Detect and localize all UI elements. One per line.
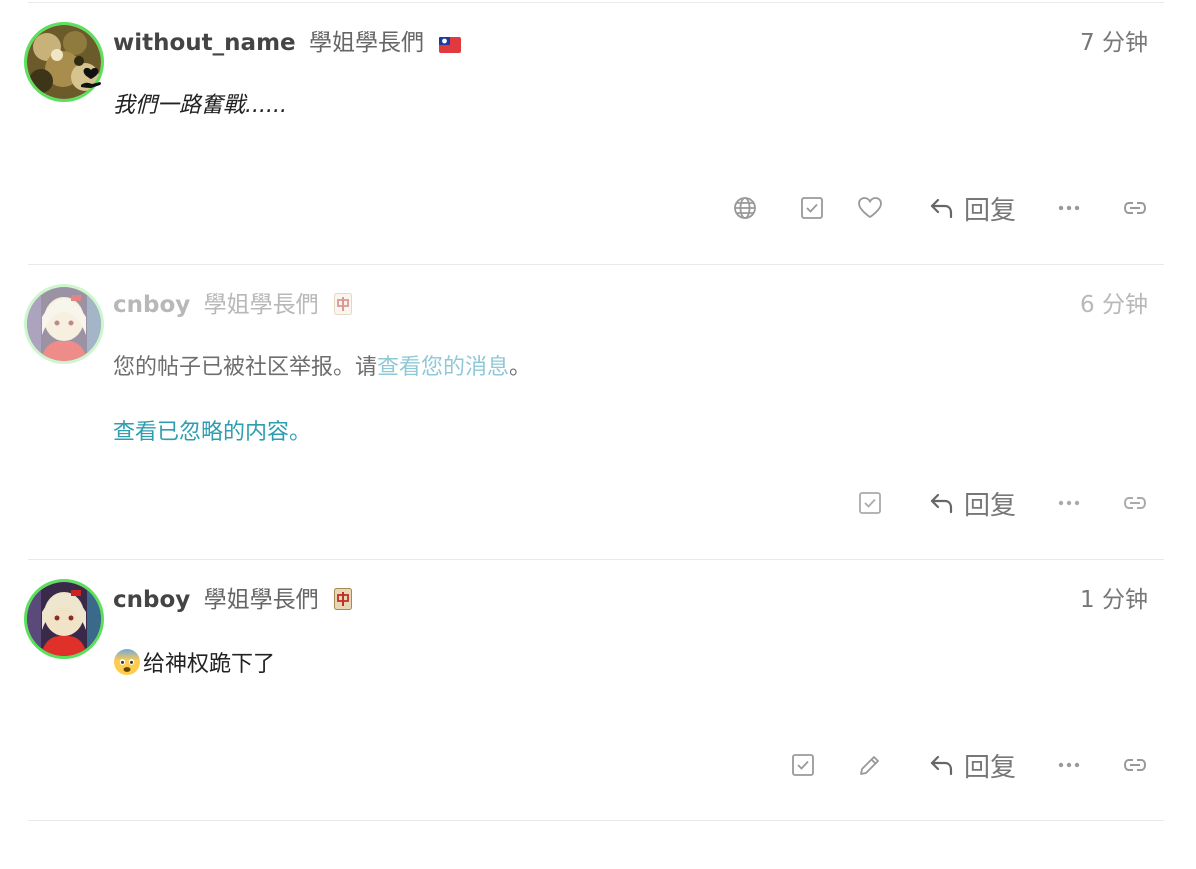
check-box-icon[interactable]	[857, 491, 883, 515]
post-actions: 回复	[732, 190, 1148, 226]
reply-label: 回复	[963, 490, 1016, 521]
post-meta: without_name 學姐學長們	[113, 28, 462, 61]
flag-notice-end: 。	[509, 355, 532, 380]
username[interactable]: without_name	[113, 30, 296, 56]
ignored-content: 查看已忽略的内容。	[113, 418, 311, 448]
reply-button[interactable]: 回复	[930, 747, 1016, 784]
view-messages-link[interactable]: 查看您的消息	[377, 355, 509, 380]
avatar-status-icon	[81, 67, 101, 88]
post-body: 给神权跪下了	[113, 648, 275, 685]
avatar[interactable]	[24, 579, 104, 659]
post-3: cnboy 學姐學長們 1 分钟 给神权跪下了 回复	[24, 560, 1164, 821]
view-ignored-link[interactable]: 查看已忽略的内容。	[113, 420, 311, 445]
username[interactable]: cnboy	[113, 587, 190, 613]
reply-icon	[930, 755, 953, 776]
avatar[interactable]	[24, 284, 104, 364]
pencil-icon[interactable]	[857, 753, 883, 777]
username[interactable]: cnboy	[113, 292, 190, 318]
more-icon[interactable]	[1056, 762, 1082, 768]
link-icon[interactable]	[1122, 496, 1148, 510]
reply-icon	[930, 493, 953, 514]
reply-label: 回复	[963, 195, 1016, 226]
link-icon[interactable]	[1122, 758, 1148, 772]
post-meta: cnboy 學姐學長們	[113, 290, 352, 320]
post-time[interactable]: 1 分钟	[1080, 585, 1148, 615]
link-icon[interactable]	[1122, 201, 1148, 215]
post-2: cnboy 學姐學長們 6 分钟 您的帖子已被社区举报。请查看您的消息。 查看已…	[24, 265, 1164, 560]
post-time[interactable]: 6 分钟	[1080, 290, 1148, 320]
post-text: 给神权跪下了	[143, 652, 276, 677]
more-icon[interactable]	[1056, 500, 1082, 506]
post-actions: 回复	[790, 747, 1148, 783]
user-title: 學姐學長們	[308, 30, 424, 56]
globe-icon[interactable]	[732, 196, 758, 220]
fearful-face-emoji	[113, 648, 141, 685]
flag-notice: 您的帖子已被社区举报。请查看您的消息。	[113, 353, 531, 383]
user-title: 學姐學長們	[203, 587, 319, 613]
post-time[interactable]: 7 分钟	[1080, 28, 1148, 58]
reply-label: 回复	[963, 752, 1016, 783]
reply-button[interactable]: 回复	[930, 485, 1016, 522]
mahjong-red-dragon-icon	[333, 588, 352, 618]
check-box-icon[interactable]	[790, 753, 816, 777]
flag-notice-text: 您的帖子已被社区举报。请	[113, 355, 378, 380]
post-actions: 回复	[857, 485, 1148, 521]
post-meta: cnboy 學姐學長們	[113, 585, 352, 615]
user-title: 學姐學長們	[203, 292, 319, 318]
check-box-icon[interactable]	[799, 196, 825, 220]
reply-icon	[930, 198, 953, 219]
reply-button[interactable]: 回复	[930, 190, 1016, 227]
more-icon[interactable]	[1056, 205, 1082, 211]
heart-icon[interactable]	[857, 196, 883, 220]
mahjong-red-dragon-icon	[333, 293, 352, 323]
taiwan-flag-icon	[439, 31, 462, 61]
post-1: without_name 學姐學長們 7 分钟 我們一路奮戰...... 回复	[24, 3, 1164, 265]
post-body: 我們一路奮戰......	[113, 93, 287, 118]
